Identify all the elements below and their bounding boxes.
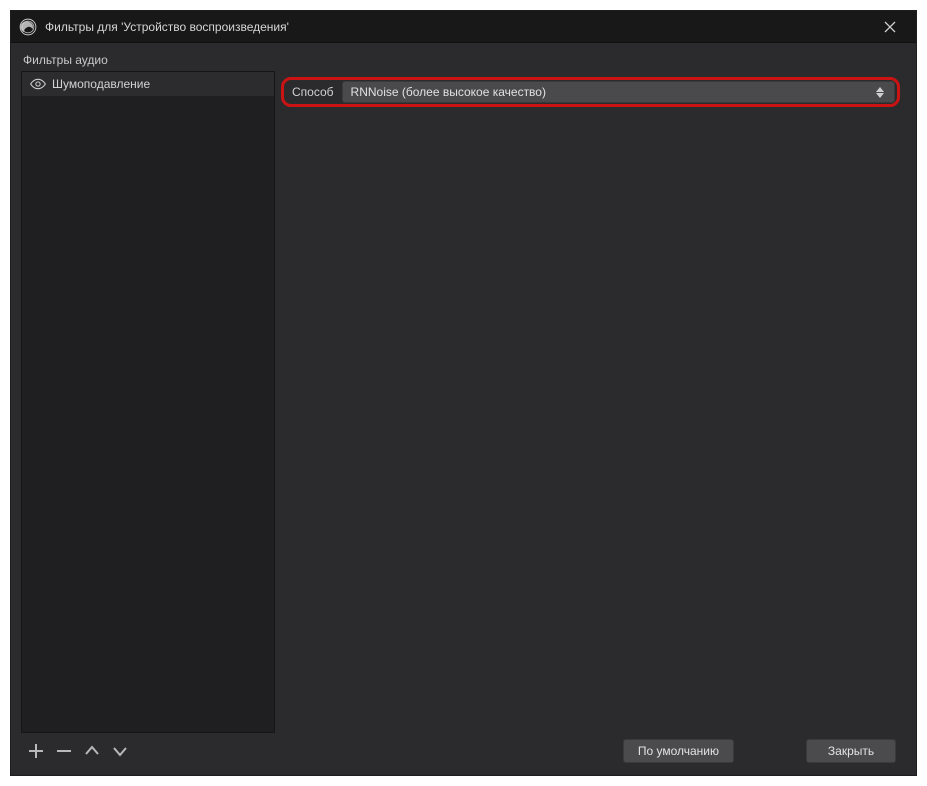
window-title: Фильтры для 'Устройство воспроизведения' bbox=[45, 20, 872, 34]
filter-item-label: Шумоподавление bbox=[52, 77, 150, 91]
defaults-button[interactable]: По умолчанию bbox=[623, 739, 734, 763]
remove-filter-button[interactable] bbox=[55, 742, 73, 760]
filter-settings-pane: Способ RNNoise (более высокое качество) bbox=[275, 71, 906, 733]
move-down-button[interactable] bbox=[111, 742, 129, 760]
dropdown-arrows-icon bbox=[874, 84, 886, 100]
close-window-button[interactable] bbox=[872, 13, 908, 41]
close-button[interactable]: Закрыть bbox=[806, 739, 896, 763]
filters-dialog: Фильтры для 'Устройство воспроизведения'… bbox=[10, 10, 917, 776]
dialog-content: Фильтры аудио Шумоподавление Способ bbox=[11, 43, 916, 775]
method-label: Способ bbox=[284, 85, 342, 99]
bottom-bar: По умолчанию Закрыть bbox=[21, 733, 906, 769]
close-button-label: Закрыть bbox=[828, 744, 874, 758]
method-dropdown[interactable]: RNNoise (более высокое качество) bbox=[342, 81, 895, 103]
method-dropdown-value: RNNoise (более высокое качество) bbox=[351, 85, 874, 99]
add-filter-button[interactable] bbox=[27, 742, 45, 760]
defaults-button-label: По умолчанию bbox=[638, 744, 719, 758]
filter-list[interactable]: Шумоподавление bbox=[21, 71, 275, 733]
obs-logo-icon bbox=[19, 18, 37, 36]
audio-filters-label: Фильтры аудио bbox=[21, 53, 906, 67]
method-row-highlight: Способ RNNoise (более высокое качество) bbox=[281, 77, 900, 107]
list-controls bbox=[21, 742, 129, 760]
body-row: Шумоподавление Способ RNNoise (более выс… bbox=[21, 71, 906, 733]
move-up-button[interactable] bbox=[83, 742, 101, 760]
visibility-icon[interactable] bbox=[30, 76, 46, 92]
list-item[interactable]: Шумоподавление bbox=[22, 72, 274, 96]
titlebar: Фильтры для 'Устройство воспроизведения' bbox=[11, 11, 916, 43]
